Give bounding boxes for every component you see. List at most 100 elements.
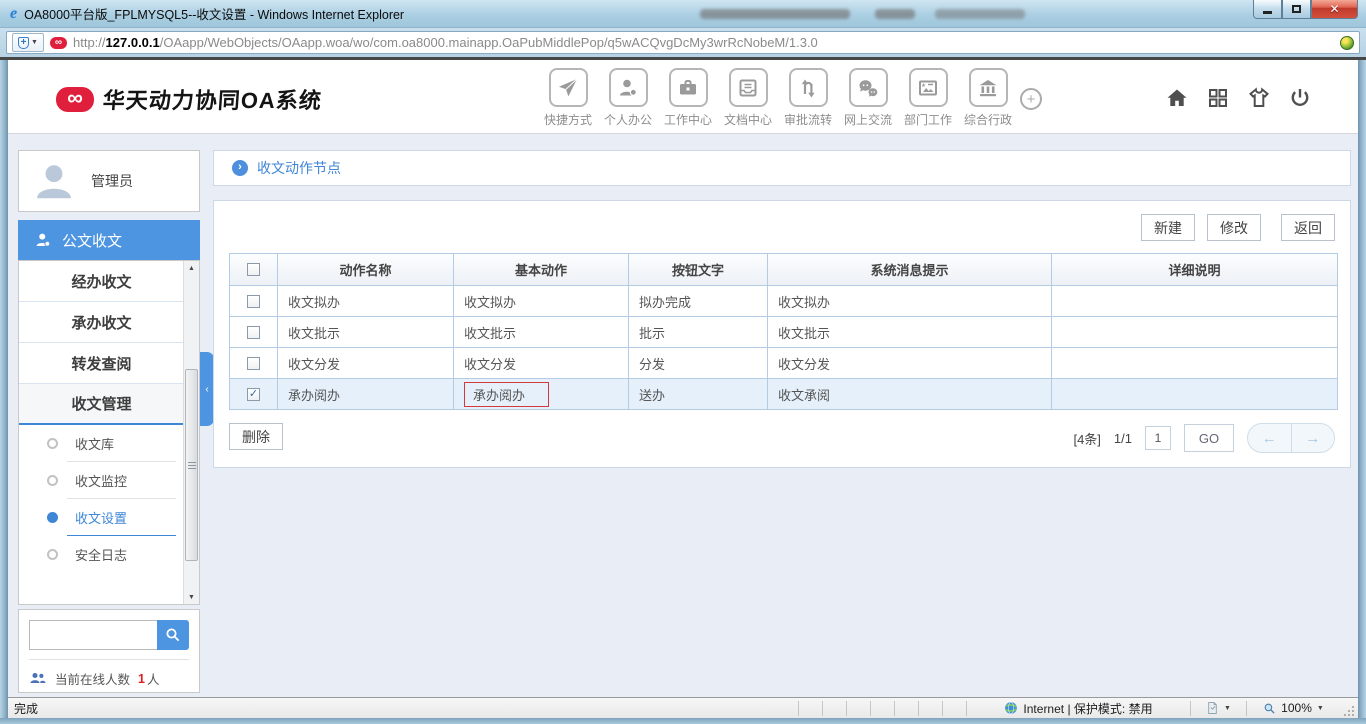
chat-bubbles-icon — [849, 68, 888, 107]
scrollbar-thumb[interactable] — [185, 369, 198, 561]
sidebar-item-jingban-shouwen[interactable]: 经办收文 — [19, 261, 184, 302]
table-row[interactable]: 收文批示 收文批示 批示 收文批示 — [229, 317, 1338, 348]
nav-label: 个人办公 — [604, 111, 652, 128]
search-button[interactable] — [157, 620, 189, 650]
next-page-button[interactable]: → — [1291, 424, 1335, 452]
minimize-button[interactable] — [1253, 0, 1282, 19]
nav-label: 网上交流 — [844, 111, 892, 128]
col-header: 按钮文字 — [628, 254, 767, 285]
go-button[interactable]: GO — [1184, 424, 1234, 452]
sidebar-menu-items: 经办收文 承办收文 转发查阅 收文管理 收文库 收文监控 收文设置 — [19, 261, 184, 573]
url-scheme: http:// — [73, 35, 106, 50]
prev-page-button[interactable]: ← — [1248, 424, 1291, 452]
page-title-bar: › 收文动作节点 — [213, 150, 1351, 186]
nav-label: 审批流转 — [784, 111, 832, 128]
avatar — [31, 158, 77, 204]
person-icon — [609, 68, 648, 107]
row-checkbox-checked[interactable]: ✓ — [247, 388, 260, 401]
nav-label: 综合行政 — [964, 111, 1012, 128]
theme-button[interactable] — [1247, 86, 1271, 110]
url-path: /OAapp/WebObjects/OAapp.woa/wo/com.oa800… — [160, 35, 818, 50]
status-separator — [798, 701, 822, 716]
browser-address-bar: + ▼ ∞ http://127.0.0.1/OAapp/WebObjects/… — [0, 28, 1366, 57]
page-shield-icon — [1206, 701, 1219, 715]
module-person-icon — [34, 231, 52, 249]
paper-plane-icon — [549, 68, 588, 107]
page-privacy-control[interactable]: ▼ — [1190, 701, 1246, 716]
table-row[interactable]: 收文分发 收文分发 分发 收文分发 — [229, 348, 1338, 379]
cell-action-name: 承办阅办 — [277, 379, 453, 409]
zoom-icon — [1263, 702, 1276, 715]
sidebar-subitem-shouwenku[interactable]: 收文库 — [19, 425, 184, 462]
window-border-left — [0, 60, 8, 724]
address-field[interactable]: + ▼ ∞ http://127.0.0.1/OAapp/WebObjects/… — [6, 31, 1360, 54]
nav-item-personal-office[interactable]: 个人办公 — [598, 68, 658, 128]
security-zone: Internet | 保护模式: 禁用 — [966, 701, 1190, 716]
logout-button[interactable] — [1288, 86, 1312, 110]
sidebar-subitem-shouwen-shezhi[interactable]: 收文设置 — [19, 499, 184, 536]
nav-item-administration[interactable]: 综合行政 — [958, 68, 1018, 128]
sidebar-item-chengban-shouwen[interactable]: 承办收文 — [19, 302, 184, 343]
user-card: 管理员 — [18, 150, 200, 212]
table-row[interactable]: 收文拟办 收文拟办 拟办完成 收文拟办 — [229, 286, 1338, 317]
search-input[interactable] — [29, 620, 157, 650]
row-checkbox[interactable] — [247, 295, 260, 308]
sidebar-subitem-shouwen-jiankong[interactable]: 收文监控 — [19, 462, 184, 499]
sidebar-scrollbar[interactable]: ▲ ▼ — [183, 261, 199, 604]
sidebar-subitem-anquan-rizhi[interactable]: 安全日志 — [19, 536, 184, 573]
window-titlebar[interactable]: e OA8000平台版_FPLMYSQL5--收文设置 - Windows In… — [0, 0, 1366, 28]
cell-button-text: 送办 — [628, 379, 767, 409]
page-title: 收文动作节点 — [257, 158, 341, 178]
radio-selected-icon — [47, 512, 58, 523]
table-row-selected[interactable]: ✓ 承办阅办 承办阅办 送办 收文承阅 — [229, 379, 1338, 410]
home-button[interactable] — [1165, 86, 1189, 110]
resize-grip[interactable] — [1340, 702, 1356, 718]
home-icon — [1165, 86, 1189, 110]
cell-basic-action: 承办阅办 — [453, 379, 628, 409]
page-number-input[interactable] — [1145, 426, 1171, 450]
row-checkbox[interactable] — [247, 357, 260, 370]
nav-label: 工作中心 — [664, 111, 712, 128]
close-button[interactable]: ✕ — [1311, 0, 1358, 19]
sidebar-item-shouwen-guanli[interactable]: 收文管理 — [19, 384, 184, 425]
record-count: [4条] — [1073, 429, 1100, 448]
back-button[interactable]: 返回 — [1281, 214, 1335, 241]
delete-button[interactable]: 删除 — [229, 423, 283, 450]
nav-item-shortcuts[interactable]: 快捷方式 — [538, 68, 598, 128]
compatibility-view-icon[interactable] — [1340, 36, 1354, 50]
cell-action-name: 收文批示 — [277, 317, 453, 347]
sidebar-module-header[interactable]: 公文收文 — [18, 220, 200, 260]
window-controls: ✕ — [1253, 0, 1358, 19]
maximize-button[interactable] — [1282, 0, 1311, 19]
subitem-label: 收文库 — [75, 434, 114, 453]
sidebar-collapse-handle[interactable]: ‹ — [200, 352, 214, 426]
chevron-down-icon: ▼ — [1317, 705, 1324, 712]
cell-message: 收文批示 — [767, 317, 1051, 347]
scroll-down-icon[interactable]: ▼ — [184, 590, 199, 604]
cell-message: 收文拟办 — [767, 286, 1051, 316]
breadcrumb-arrow-icon: › — [232, 160, 248, 176]
nav-item-work-center[interactable]: 工作中心 — [658, 68, 718, 128]
globe-icon — [1004, 701, 1018, 715]
new-button[interactable]: 新建 — [1141, 214, 1195, 241]
row-checkbox[interactable] — [247, 326, 260, 339]
grid-menu-button[interactable] — [1206, 86, 1230, 110]
nav-item-online-chat[interactable]: 网上交流 — [838, 68, 898, 128]
nav-item-department-work[interactable]: 部门工作 — [898, 68, 958, 128]
nav-item-approval-flow[interactable]: 审批流转 — [778, 68, 838, 128]
status-separator — [942, 701, 966, 716]
nav-item-document-center[interactable]: 文档中心 — [718, 68, 778, 128]
window-border-right — [1358, 60, 1366, 724]
status-separator — [846, 701, 870, 716]
add-module-button[interactable]: + — [1020, 88, 1042, 110]
select-all-checkbox[interactable] — [247, 263, 260, 276]
search-icon — [164, 626, 182, 644]
add-favorite-button[interactable]: + ▼ — [12, 33, 44, 52]
modify-button[interactable]: 修改 — [1207, 214, 1261, 241]
online-label: 当前在线人数 — [55, 669, 130, 688]
sidebar-item-zhuanfa-chayue[interactable]: 转发查阅 — [19, 343, 184, 384]
url-text[interactable]: http://127.0.0.1/OAapp/WebObjects/OAapp.… — [73, 35, 818, 50]
scroll-up-icon[interactable]: ▲ — [184, 261, 199, 275]
grid-icon — [1206, 86, 1230, 110]
zoom-control[interactable]: 100% ▼ — [1246, 701, 1340, 716]
